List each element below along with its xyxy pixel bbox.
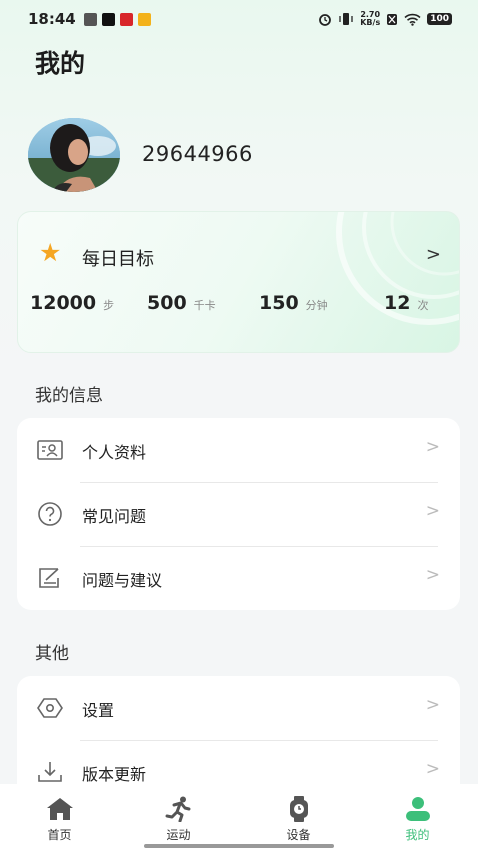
daily-goal-title: 每日目标 bbox=[82, 249, 154, 270]
feedback-icon bbox=[39, 568, 59, 588]
nav-item-home[interactable]: 首页 bbox=[0, 784, 119, 850]
nav-label: 运动 bbox=[166, 828, 191, 842]
notification-icons bbox=[84, 13, 151, 26]
net-speed-unit: KB/s bbox=[360, 18, 381, 27]
star-icon: ★ bbox=[39, 238, 62, 267]
clipboard-icon bbox=[84, 13, 97, 26]
goal-stat-unit: 步 bbox=[103, 299, 115, 312]
chevron-right-icon: > bbox=[425, 695, 440, 715]
tiktok-icon bbox=[102, 13, 115, 26]
daily-goal-card[interactable]: ★ 每日目标 > 12000 步 500 千卡 150 分钟 12 次 bbox=[17, 211, 460, 353]
download-icon bbox=[38, 762, 62, 782]
wifi-icon bbox=[404, 13, 421, 26]
page-title: 我的 bbox=[35, 49, 86, 78]
status-bar: 18:44 2.70 KB/s 100 bbox=[0, 0, 478, 40]
news-app-icon bbox=[120, 13, 133, 26]
goal-stat-value: 12000 bbox=[30, 292, 97, 314]
goal-stat-unit: 次 bbox=[417, 299, 429, 312]
nav-label: 首页 bbox=[47, 828, 72, 842]
bottom-nav: 首页 运动 设备 我的 bbox=[0, 784, 478, 850]
menu-item-label: 设置 bbox=[82, 701, 115, 720]
person-icon bbox=[406, 797, 430, 821]
chevron-right-icon: > bbox=[425, 437, 440, 457]
card-decoration bbox=[336, 212, 459, 325]
status-time: 18:44 bbox=[28, 10, 76, 28]
section-title-my-info: 我的信息 bbox=[35, 386, 103, 406]
watch-icon bbox=[290, 796, 308, 822]
question-icon bbox=[38, 502, 62, 526]
goal-stat-steps: 12000 步 bbox=[30, 292, 114, 314]
user-id: 29644966 bbox=[142, 142, 253, 166]
chevron-right-icon: > bbox=[425, 501, 440, 521]
menu-item-faq[interactable]: 常见问题 > bbox=[17, 482, 460, 546]
chevron-right-icon: > bbox=[425, 759, 440, 779]
menu-item-label: 版本更新 bbox=[82, 765, 147, 784]
menu-item-label: 问题与建议 bbox=[82, 571, 163, 590]
avatar-image bbox=[28, 118, 120, 192]
net-speed: 2.70 KB/s bbox=[360, 11, 380, 27]
vibrate-icon bbox=[339, 13, 353, 25]
goal-stat-calories: 500 千卡 bbox=[147, 292, 216, 314]
avatar[interactable] bbox=[28, 118, 120, 192]
goal-stat-times: 12 次 bbox=[384, 292, 428, 314]
profile-card-icon bbox=[37, 440, 63, 460]
nav-item-sport[interactable]: 运动 bbox=[119, 784, 238, 850]
sim-off-icon bbox=[387, 13, 398, 25]
goal-stat-unit: 分钟 bbox=[305, 299, 328, 312]
nav-item-mine[interactable]: 我的 bbox=[358, 784, 477, 850]
goal-stat-value: 500 bbox=[147, 292, 187, 314]
status-right: 2.70 KB/s 100 bbox=[318, 11, 452, 27]
nav-label: 我的 bbox=[405, 828, 430, 842]
battery-indicator: 100 bbox=[427, 13, 452, 25]
alarm-icon bbox=[319, 14, 332, 26]
home-indicator[interactable] bbox=[144, 844, 334, 848]
nav-label: 设备 bbox=[286, 828, 311, 842]
goal-stat-unit: 千卡 bbox=[193, 299, 216, 312]
running-icon bbox=[165, 796, 191, 822]
my-info-card: 个人资料 > 常见问题 > 问题与建议 > bbox=[17, 418, 460, 610]
settings-icon bbox=[37, 698, 63, 718]
goal-stat-minutes: 150 分钟 bbox=[259, 292, 328, 314]
section-title-other: 其他 bbox=[35, 644, 69, 664]
menu-item-settings[interactable]: 设置 > bbox=[17, 676, 460, 740]
chevron-right-icon: > bbox=[425, 565, 440, 585]
menu-item-profile[interactable]: 个人资料 > bbox=[17, 418, 460, 482]
goal-stat-value: 12 bbox=[384, 292, 411, 314]
menu-item-label: 个人资料 bbox=[82, 443, 147, 462]
home-icon bbox=[47, 798, 73, 820]
menu-item-feedback[interactable]: 问题与建议 > bbox=[17, 546, 460, 610]
goal-stat-value: 150 bbox=[259, 292, 299, 314]
menu-item-label: 常见问题 bbox=[82, 507, 147, 526]
nav-item-device[interactable]: 设备 bbox=[239, 784, 358, 850]
daily-goal-arrow[interactable]: > bbox=[426, 244, 441, 265]
eye-app-icon bbox=[138, 13, 151, 26]
